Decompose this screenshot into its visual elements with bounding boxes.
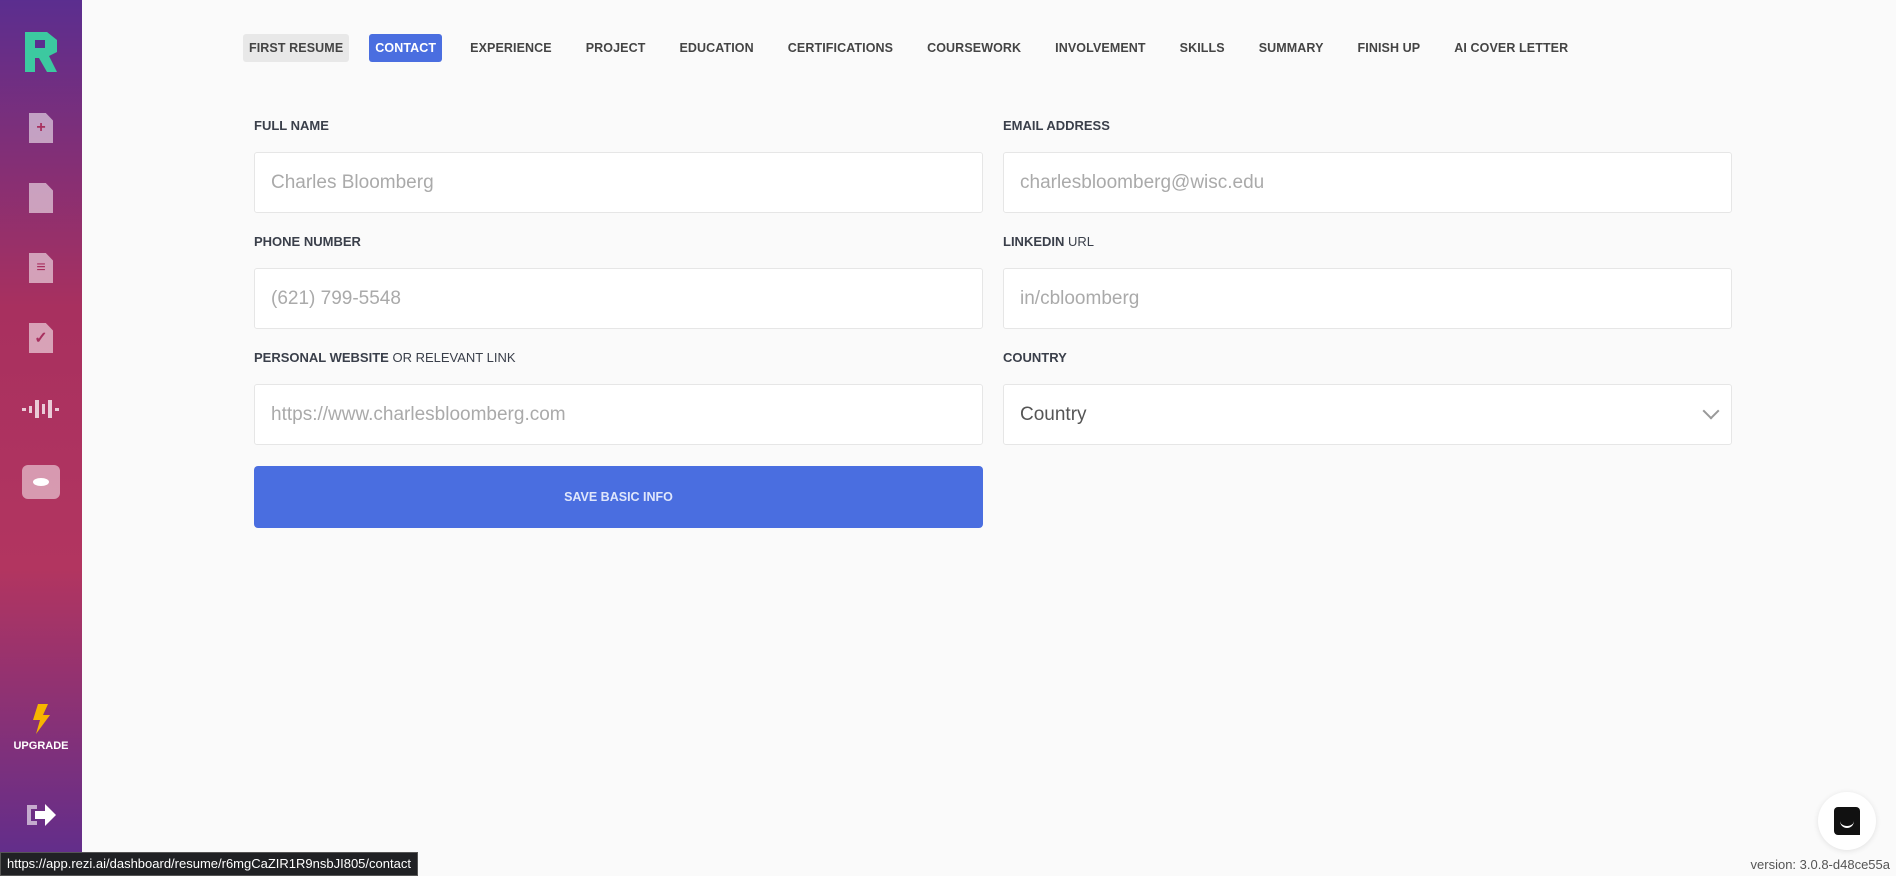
linkedin-input[interactable]: in/cbloomberg [1003, 268, 1732, 329]
resume-section-tabs: FIRST RESUME CONTACT EXPERIENCE PROJECT … [243, 34, 1596, 62]
tab-involvement[interactable]: INVOLVEMENT [1049, 34, 1151, 62]
chevron-down-icon [1702, 402, 1720, 420]
tab-coursework[interactable]: COURSEWORK [921, 34, 1027, 62]
version-text: version: 3.0.8-d48ce55a [1750, 857, 1890, 872]
cover-letter-icon[interactable]: ≡ [0, 253, 82, 283]
website-label: PERSONAL WEBSITE OR RELEVANT LINK [254, 350, 516, 365]
upgrade-button[interactable]: UPGRADE [0, 704, 82, 752]
email-input[interactable]: charlesbloomberg@wisc.edu [1003, 152, 1732, 213]
tab-first-resume[interactable]: FIRST RESUME [243, 34, 350, 62]
tab-ai-cover-letter[interactable]: AI COVER LETTER [1448, 34, 1574, 62]
country-select[interactable]: Country [1003, 384, 1732, 445]
chat-button[interactable] [1818, 792, 1876, 850]
tab-certifications[interactable]: CERTIFICATIONS [782, 34, 899, 62]
sidebar: + ≡ ✓ UPGRADE [0, 0, 82, 876]
coins-icon[interactable] [0, 465, 82, 499]
website-input[interactable]: https://www.charlesbloomberg.com [254, 384, 983, 445]
tab-education[interactable]: EDUCATION [673, 34, 759, 62]
save-basic-info-button[interactable]: SAVE BASIC INFO [254, 466, 983, 528]
tab-skills[interactable]: SKILLS [1174, 34, 1231, 62]
lightning-icon [33, 704, 50, 734]
linkedin-label: LINKEDIN URL [1003, 234, 1095, 249]
tab-project[interactable]: PROJECT [580, 34, 652, 62]
audio-wave-icon[interactable] [0, 397, 82, 421]
new-resume-icon[interactable]: + [0, 113, 82, 143]
tab-finish-up[interactable]: FINISH UP [1352, 34, 1427, 62]
phone-label: PHONE NUMBER [254, 234, 361, 249]
full-name-input[interactable]: Charles Bloomberg [254, 152, 983, 213]
checked-document-icon[interactable]: ✓ [0, 323, 82, 353]
full-name-label: FULL NAME [254, 118, 329, 133]
rezi-logo[interactable] [0, 30, 82, 74]
tab-summary[interactable]: SUMMARY [1253, 34, 1330, 62]
resume-icon[interactable] [0, 183, 82, 213]
status-url: https://app.rezi.ai/dashboard/resume/r6m… [0, 852, 418, 876]
upgrade-label: UPGRADE [13, 740, 69, 752]
country-label: COUNTRY [1003, 350, 1067, 365]
logout-icon[interactable] [0, 802, 82, 828]
phone-input[interactable]: (621) 799-5548 [254, 268, 983, 329]
tab-experience[interactable]: EXPERIENCE [464, 34, 558, 62]
tab-contact[interactable]: CONTACT [369, 34, 443, 62]
country-value: Country [1020, 403, 1087, 425]
email-label: EMAIL ADDRESS [1003, 118, 1110, 133]
chat-icon [1834, 807, 1860, 835]
